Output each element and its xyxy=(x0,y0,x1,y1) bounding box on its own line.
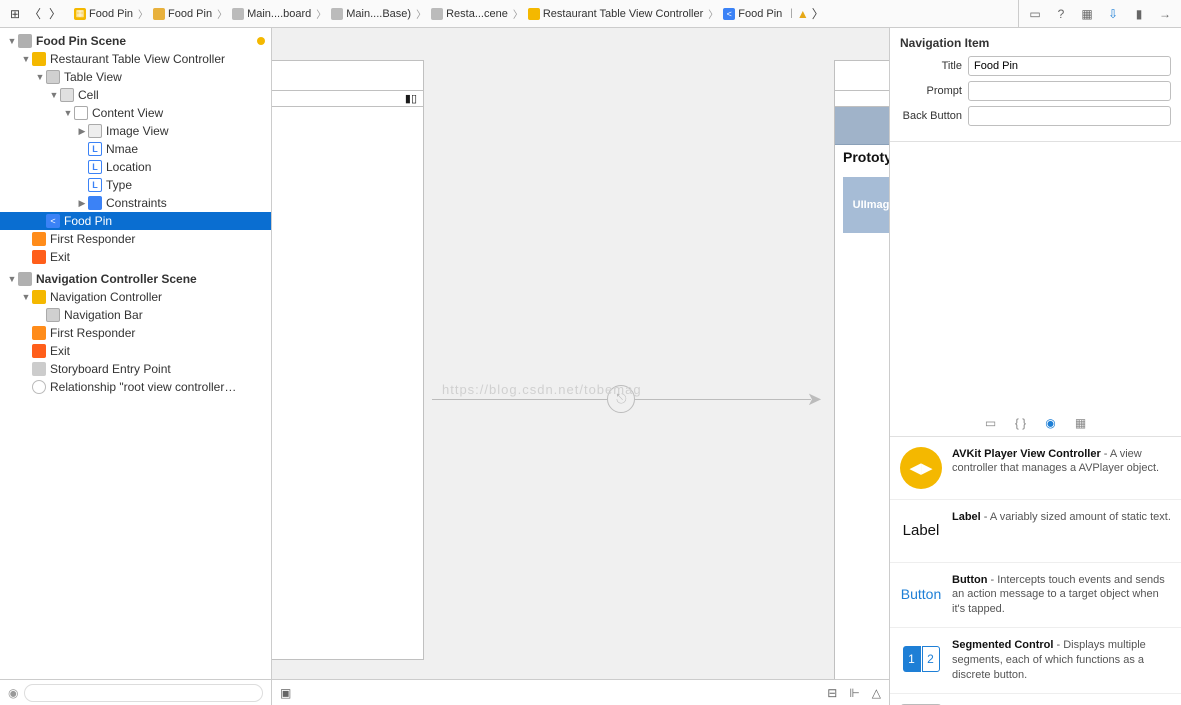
prototype-cell[interactable]: UIImag Nmae Location Type xyxy=(835,169,889,241)
prompt-label: Prompt xyxy=(900,85,968,97)
object-library[interactable]: ◀▶AVKit Player View Controller - A view … xyxy=(890,437,1181,705)
scene-title[interactable]: on Controller xyxy=(272,61,423,91)
forward-button[interactable]: 〉 xyxy=(46,5,64,23)
attributes-inspector-icon[interactable]: ⇩ xyxy=(1105,6,1121,22)
entry-point-row[interactable]: Storyboard Entry Point xyxy=(0,360,271,378)
navcontroller-row[interactable]: ▼Navigation Controller xyxy=(0,288,271,306)
pin-tool-icon[interactable]: ⊩ xyxy=(849,686,859,700)
crumb-base[interactable]: Main....Base) xyxy=(327,8,415,20)
crumb-scene[interactable]: Resta...cene xyxy=(427,8,512,20)
prompt-input[interactable] xyxy=(968,81,1171,101)
title-input[interactable] xyxy=(968,56,1171,76)
contentview-row[interactable]: ▼Content View xyxy=(0,104,271,122)
first-responder-row[interactable]: First Responder xyxy=(0,324,271,342)
label-row[interactable]: LNmae xyxy=(0,140,271,158)
battery-icon: ▮▯ xyxy=(405,92,417,105)
navigation-item-row[interactable]: <Food Pin xyxy=(0,212,271,230)
crumb-viewcontroller[interactable]: Restaurant Table View Controller xyxy=(524,8,707,20)
scene-indicator-icon xyxy=(257,37,265,45)
inspector-panel: Navigation Item Title Prompt Back Button… xyxy=(889,28,1181,705)
library-item-text: AVKit Player View Controller - A view co… xyxy=(952,447,1171,489)
watermark-text: https://blog.csdn.net/tobemag xyxy=(442,382,642,397)
warning-icon[interactable]: ▲ xyxy=(797,7,809,21)
library-item[interactable]: LabelLabel - A variably sized amount of … xyxy=(890,500,1181,563)
table-view-controller-scene[interactable]: ▮▯ Food Pin Prototype Cells UIImag Nmae … xyxy=(834,60,889,679)
scene-row[interactable]: ▼Navigation Controller Scene xyxy=(0,270,271,288)
align-tool-icon[interactable]: ⊟ xyxy=(827,686,837,700)
navbar-row[interactable]: Navigation Bar xyxy=(0,306,271,324)
scene-title-bar[interactable] xyxy=(835,61,889,91)
library-item[interactable]: 12Segmented Control - Displays multiple … xyxy=(890,628,1181,694)
next-issue-button[interactable]: 〉 xyxy=(809,5,827,23)
tableview-row[interactable]: ▼Table View xyxy=(0,68,271,86)
connections-inspector-icon[interactable]: → xyxy=(1157,6,1173,22)
prototype-cells-header: Prototype Cells xyxy=(835,145,889,169)
canvas-toolbar: ▣ ⊟ ⊩ △ xyxy=(272,679,889,705)
viewcontroller-row[interactable]: ▼Restaurant Table View Controller xyxy=(0,50,271,68)
document-outline: ▼Food Pin Scene ▼Restaurant Table View C… xyxy=(0,28,272,705)
back-button[interactable]: 〈 xyxy=(26,5,44,23)
back-button-label: Back Button xyxy=(900,110,968,122)
crumb-navitem[interactable]: <Food Pin xyxy=(719,8,786,20)
outline-footer: ◉ xyxy=(0,679,271,705)
cell-row[interactable]: ▼Cell xyxy=(0,86,271,104)
navigation-controller-scene[interactable]: on Controller ▮▯ xyxy=(272,60,424,660)
arrow-right-icon: ➤ xyxy=(807,389,822,410)
title-label: Title xyxy=(900,60,968,72)
cell-imageview[interactable]: UIImag xyxy=(843,177,889,233)
crumb-folder[interactable]: Food Pin xyxy=(149,8,216,20)
library-item-text: Label - A variably sized amount of stati… xyxy=(952,510,1171,552)
file-template-library-icon[interactable]: ▭ xyxy=(983,415,999,431)
identity-inspector-icon[interactable]: ▦ xyxy=(1079,6,1095,22)
library-item[interactable]: TextText Field - Displays editable text … xyxy=(890,694,1181,705)
exit-row[interactable]: Exit xyxy=(0,248,271,266)
avkit-icon: ◀▶ xyxy=(900,447,942,489)
code-snippet-library-icon[interactable]: { } xyxy=(1013,415,1029,431)
storyboard-canvas[interactable]: on Controller ▮▯ n Controller ⎋ ➤ https:… xyxy=(272,28,889,705)
label-row[interactable]: LType xyxy=(0,176,271,194)
size-inspector-icon[interactable]: ▮ xyxy=(1131,6,1147,22)
resolve-tool-icon[interactable]: △ xyxy=(872,686,881,700)
segmented-control-icon: 12 xyxy=(900,638,942,680)
constraints-row[interactable]: ▶Constraints xyxy=(0,194,271,212)
inspector-section-title: Navigation Item xyxy=(900,34,1171,56)
label-row[interactable]: LLocation xyxy=(0,158,271,176)
filter-icon[interactable]: ◉ xyxy=(8,686,18,700)
exit-row[interactable]: Exit xyxy=(0,342,271,360)
file-inspector-icon[interactable]: ▭ xyxy=(1027,6,1043,22)
first-responder-row[interactable]: First Responder xyxy=(0,230,271,248)
label-icon: Label xyxy=(900,510,942,552)
navigation-bar[interactable]: Food Pin xyxy=(835,107,889,145)
back-button-input[interactable] xyxy=(968,106,1171,126)
media-library-icon[interactable]: ▦ xyxy=(1073,415,1089,431)
library-item-text: Segmented Control - Displays multiple se… xyxy=(952,638,1171,683)
object-library-icon[interactable]: ◉ xyxy=(1043,415,1059,431)
outline-filter-input[interactable] xyxy=(24,684,263,702)
library-item-text: Button - Intercepts touch events and sen… xyxy=(952,573,1171,618)
library-item[interactable]: ButtonButton - Intercepts touch events a… xyxy=(890,563,1181,629)
imageview-row[interactable]: ▶Image View xyxy=(0,122,271,140)
crumb-storyboard[interactable]: Main....board xyxy=(228,8,315,20)
inspector-tabs: ▭ ? ▦ ⇩ ▮ → xyxy=(1018,0,1181,27)
button-icon: Button xyxy=(900,573,942,615)
quick-help-icon[interactable]: ? xyxy=(1053,6,1069,22)
related-items-icon[interactable]: ⊞ xyxy=(6,5,24,23)
crumb-project[interactable]: ▦Food Pin xyxy=(70,8,137,20)
breadcrumb: ▦Food Pin〉 Food Pin〉 Main....board〉 Main… xyxy=(70,5,827,23)
library-tabs: ▭ { } ◉ ▦ xyxy=(890,411,1181,437)
library-item[interactable]: ◀▶AVKit Player View Controller - A view … xyxy=(890,437,1181,500)
scene-row[interactable]: ▼Food Pin Scene xyxy=(0,32,271,50)
jump-bar: ⊞ 〈 〉 ▦Food Pin〉 Food Pin〉 Main....board… xyxy=(0,0,1181,28)
outline-toggle-icon[interactable]: ▣ xyxy=(280,686,291,700)
relationship-row[interactable]: Relationship "root view controller… xyxy=(0,378,271,396)
